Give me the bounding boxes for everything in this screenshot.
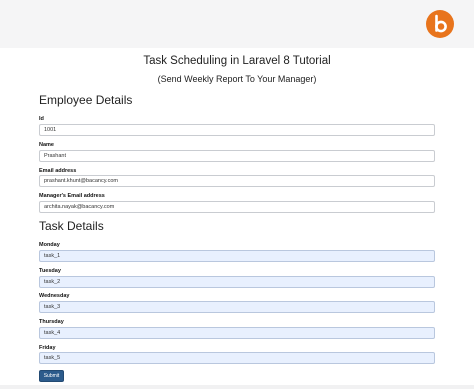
top-banner xyxy=(0,0,474,48)
email-label: Email address xyxy=(39,168,77,174)
name-field[interactable] xyxy=(39,150,435,162)
email-field[interactable] xyxy=(39,175,435,187)
page-subtitle: (Send Weekly Report To Your Manager) xyxy=(157,74,317,84)
tuesday-task-field[interactable] xyxy=(39,276,435,288)
page-title: Task Scheduling in Laravel 8 Tutorial xyxy=(143,55,331,67)
manager-email-field[interactable] xyxy=(39,201,435,213)
name-label: Name xyxy=(39,142,54,148)
friday-label: Friday xyxy=(39,345,56,351)
monday-label: Monday xyxy=(39,242,60,248)
id-field[interactable] xyxy=(39,124,435,136)
thursday-task-field[interactable] xyxy=(39,327,435,339)
bottom-strip xyxy=(0,385,474,389)
monday-task-field[interactable] xyxy=(39,250,435,262)
tuesday-label: Tuesday xyxy=(39,268,61,274)
thursday-label: Thursday xyxy=(39,319,64,325)
task-details-heading: Task Details xyxy=(39,219,104,233)
manager-email-label: Manager's Email address xyxy=(39,193,105,199)
wednesday-label: Wednesday xyxy=(39,293,70,299)
friday-task-field[interactable] xyxy=(39,352,435,364)
id-label: Id xyxy=(39,116,44,122)
wednesday-task-field[interactable] xyxy=(39,301,435,313)
bacancy-logo-icon xyxy=(426,10,454,38)
submit-button[interactable]: Submit xyxy=(39,370,64,382)
employee-details-heading: Employee Details xyxy=(39,93,133,107)
